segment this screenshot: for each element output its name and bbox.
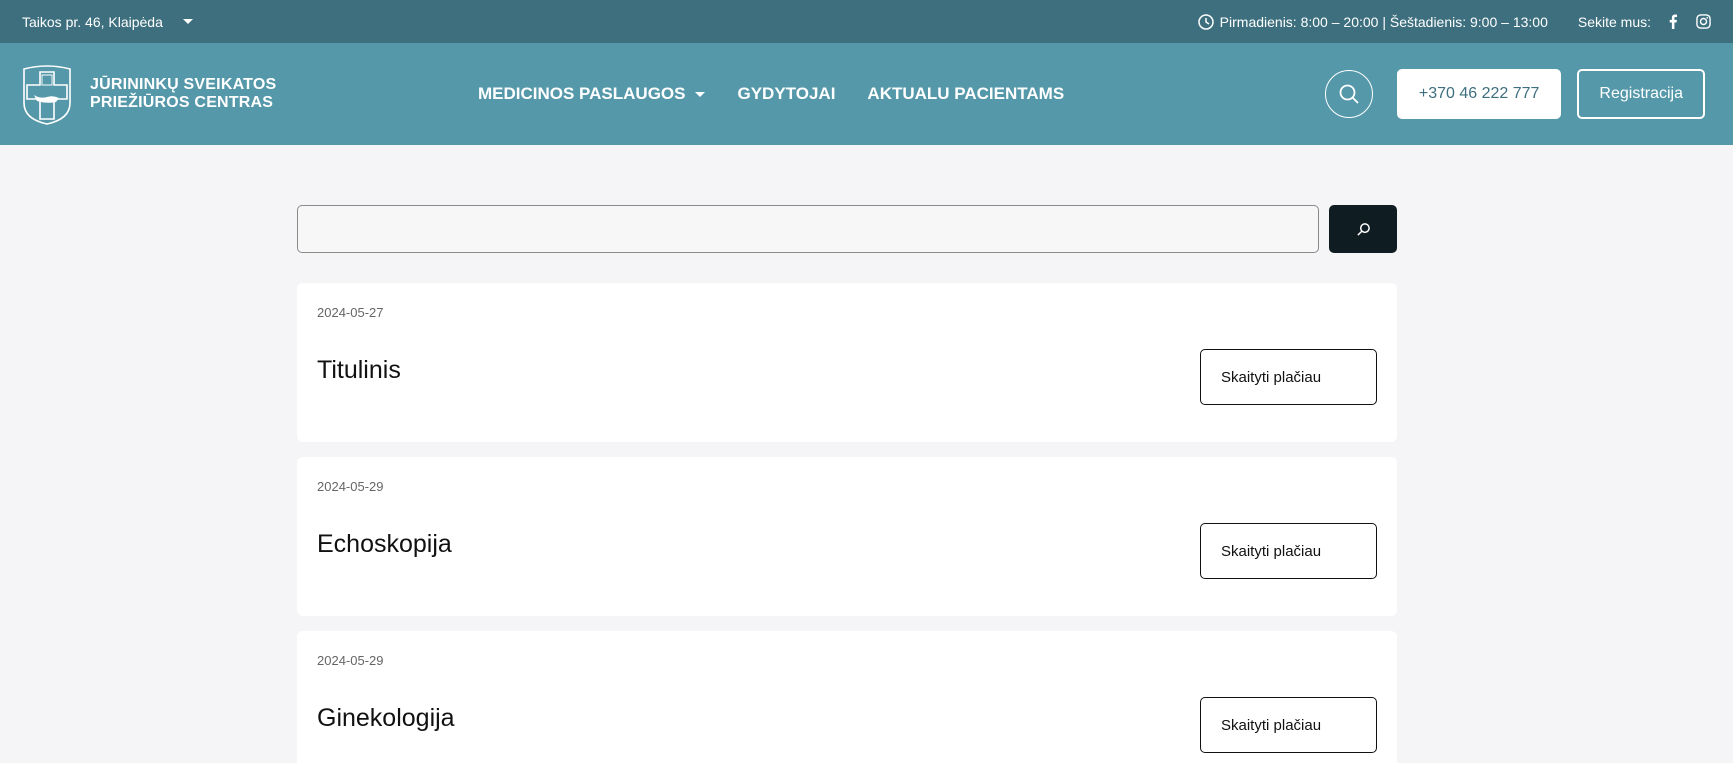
search-results-page: 2024-05-27 Titulinis Skaityti plačiau 20…	[297, 145, 1397, 763]
cross-logo-icon	[23, 65, 71, 125]
opening-hours-text: Pirmadienis: 8:00 – 20:00 | Šeštadienis:…	[1219, 13, 1548, 30]
nav-doctors-label: GYDYTOJAI	[737, 84, 836, 103]
result-card: 2024-05-29 Ginekologija Skaityti plačiau	[297, 631, 1397, 763]
nav-for-patients[interactable]: AKTUALU PACIENTAMS	[867, 84, 1064, 104]
main-header: JŪRININKŲ SVEIKATOS PRIEŽIŪROS CENTRAS M…	[0, 43, 1733, 145]
nav-doctors[interactable]: GYDYTOJAI	[737, 84, 835, 104]
nav-medical-services-label: MEDICINOS PASLAUGOS	[478, 84, 686, 103]
register-button[interactable]: Registracija	[1577, 69, 1705, 119]
result-date: 2024-05-29	[317, 653, 384, 668]
header-search-button[interactable]	[1324, 70, 1373, 118]
facebook-icon[interactable]	[1665, 14, 1681, 30]
search-icon	[1339, 84, 1359, 104]
search-submit-button[interactable]	[1329, 205, 1397, 253]
search-icon	[1356, 222, 1370, 236]
site-logo[interactable]: JŪRININKŲ SVEIKATOS PRIEŽIŪROS CENTRAS	[18, 63, 478, 125]
chevron-down-icon	[695, 91, 706, 97]
clock-icon	[1197, 13, 1214, 30]
result-date: 2024-05-27	[317, 305, 384, 320]
follow-label: Sekite mus:	[1577, 13, 1651, 30]
phone-button[interactable]: +370 46 222 777	[1396, 69, 1562, 119]
top-info-bar: Taikos pr. 46, Klaipėda Pirmadienis: 8:0…	[0, 0, 1733, 43]
read-more-button[interactable]: Skaityti plačiau	[1200, 523, 1377, 579]
logo-text-line1: JŪRININKŲ SVEIKATOS	[90, 76, 277, 93]
result-card: 2024-05-27 Titulinis Skaityti plačiau	[297, 283, 1397, 442]
nav-for-patients-label: AKTUALU PACIENTAMS	[867, 84, 1065, 103]
instagram-icon[interactable]	[1695, 14, 1711, 30]
social-links: Sekite mus:	[1578, 14, 1711, 30]
search-bar	[297, 205, 1397, 253]
address-text: Taikos pr. 46, Klaipėda	[22, 13, 163, 30]
nav-medical-services[interactable]: MEDICINOS PASLAUGOS	[478, 84, 706, 104]
chevron-down-icon	[182, 19, 193, 24]
opening-hours: Pirmadienis: 8:00 – 20:00 | Šeštadienis:…	[1197, 13, 1548, 30]
main-nav: MEDICINOS PASLAUGOS GYDYTOJAI AKTUALU PA…	[478, 84, 1064, 104]
search-input[interactable]	[297, 205, 1319, 253]
address-selector[interactable]: Taikos pr. 46, Klaipėda	[22, 14, 193, 30]
read-more-button[interactable]: Skaityti plačiau	[1200, 349, 1377, 405]
result-date: 2024-05-29	[317, 479, 384, 494]
result-card: 2024-05-29 Echoskopija Skaityti plačiau	[297, 457, 1397, 616]
logo-text-line2: PRIEŽIŪROS CENTRAS	[90, 94, 274, 111]
read-more-button[interactable]: Skaityti plačiau	[1200, 697, 1377, 753]
